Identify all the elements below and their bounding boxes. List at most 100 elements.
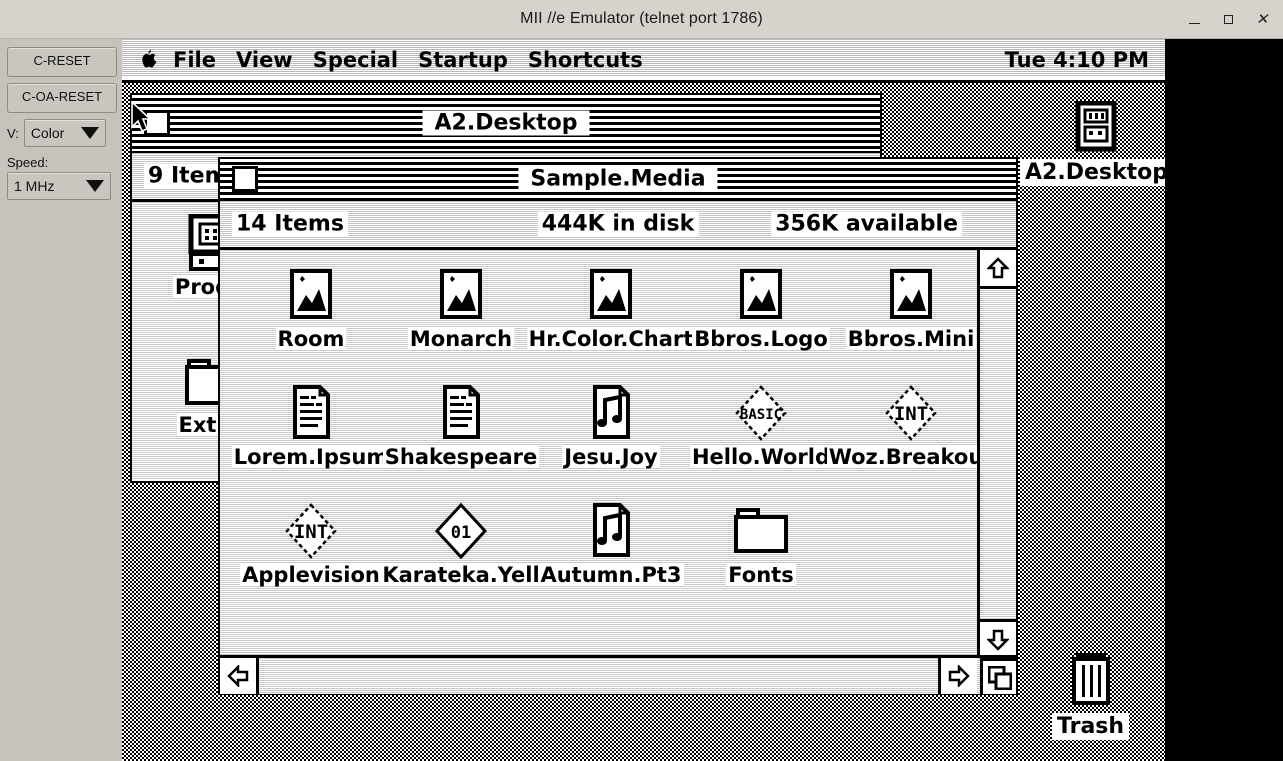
music-document-icon xyxy=(587,382,635,444)
resize-icon xyxy=(987,665,1012,690)
menu-item-startup[interactable]: Startup xyxy=(408,48,518,72)
disk-available-sample-media: 356K available xyxy=(771,211,962,237)
scrollbar-track[interactable] xyxy=(220,658,1016,694)
info-bar-sample-media: 14 Items 444K in disk 356K available xyxy=(220,201,1016,250)
apple-logo-icon[interactable] xyxy=(140,49,157,70)
item-count-sample-media: 14 Items xyxy=(232,211,348,237)
desktop-icon-trash[interactable]: Trash xyxy=(1052,651,1130,740)
file-icon-applevision[interactable]: INT Applevision xyxy=(236,500,386,618)
video-mode-row: V: Color xyxy=(7,119,115,147)
file-icon-woz-breakout[interactable]: INT Woz.Breakout xyxy=(826,382,996,500)
content-sample-media: Room Monarch Hr.Color.Chart Bbros.Logo B… xyxy=(220,250,1016,694)
scroll-right-button[interactable] xyxy=(938,658,977,694)
close-button[interactable]: ✕ xyxy=(1245,6,1279,34)
grow-resize-box[interactable] xyxy=(980,658,1016,694)
icon-label: Monarch xyxy=(407,327,515,351)
icon-label: Room xyxy=(275,327,347,351)
folder-icon xyxy=(728,500,794,562)
file-icon-room[interactable]: Room xyxy=(236,264,386,382)
integer-basic-icon: INT xyxy=(281,500,341,562)
window-controls: ✕ xyxy=(1177,0,1279,39)
arrow-right-icon xyxy=(948,665,970,687)
minimize-button[interactable] xyxy=(1177,6,1211,34)
speed-select[interactable]: 1 MHz xyxy=(7,172,111,200)
menu-item-shortcuts[interactable]: Shortcuts xyxy=(518,48,653,72)
file-icon-hello-world[interactable]: BASIC Hello.World xyxy=(686,382,836,500)
video-mode-value: Color xyxy=(30,125,65,141)
binary-file-icon: 01 xyxy=(431,500,491,562)
file-icon-karateka-yell[interactable]: 01 Karateka.Yell xyxy=(380,500,542,618)
window-title-bar: MII //e Emulator (telnet port 1786) ✕ xyxy=(0,0,1283,39)
vertical-scrollbar[interactable] xyxy=(977,250,1016,658)
video-mode-label: V: xyxy=(7,125,19,141)
file-icon-bbros-mini[interactable]: Bbros.Mini xyxy=(836,264,986,382)
menu-item-file[interactable]: File xyxy=(163,48,226,72)
maximize-button[interactable] xyxy=(1211,6,1245,34)
file-icon-autumn-pt3[interactable]: Autumn.Pt3 xyxy=(536,500,686,618)
trash-icon xyxy=(1069,651,1113,711)
icon-label: Fonts xyxy=(726,563,796,587)
chevron-down-icon xyxy=(86,180,104,192)
scroll-up-button[interactable] xyxy=(980,250,1016,289)
basic-badge-text: BASIC xyxy=(740,407,782,423)
menu-bar-clock: Tue 4:10 PM xyxy=(1004,47,1149,72)
horizontal-scrollbar[interactable] xyxy=(220,655,1016,694)
scroll-left-button[interactable] xyxy=(220,658,259,694)
c-reset-button[interactable]: C-RESET xyxy=(7,47,117,77)
file-icon-jesu-joy[interactable]: Jesu.Joy xyxy=(536,382,686,500)
text-document-icon xyxy=(287,382,335,444)
binary-badge-text: 01 xyxy=(451,523,471,543)
icon-label: Jesu.Joy xyxy=(562,445,660,469)
menu-item-view[interactable]: View xyxy=(226,48,303,72)
icon-label: Bbros.Logo xyxy=(692,327,830,351)
control-sidebar: C-RESET C-OA-RESET V: Color Speed: 1 MHz xyxy=(0,39,122,761)
chevron-down-icon xyxy=(80,127,99,139)
mouse-cursor xyxy=(130,100,153,139)
icon-label: A2.Desktop xyxy=(1020,159,1165,186)
arrow-left-icon xyxy=(227,665,249,687)
c-oa-reset-button[interactable]: C-OA-RESET xyxy=(7,83,117,113)
window-title: MII //e Emulator (telnet port 1786) xyxy=(520,10,763,27)
window-title-a2-desktop: A2.Desktop xyxy=(422,110,590,136)
icon-grid-sample-media: Room Monarch Hr.Color.Chart Bbros.Logo B… xyxy=(220,250,1016,618)
close-box-sample-media[interactable] xyxy=(232,166,258,192)
scroll-down-button[interactable] xyxy=(980,619,1016,658)
icon-label: Bbros.Mini xyxy=(845,327,977,351)
icon-label: Trash xyxy=(1052,713,1130,740)
window-sample-media[interactable]: Sample.Media 14 Items 444K in disk 356K … xyxy=(218,157,1018,695)
emulator-screen[interactable]: File View Special Startup Shortcuts Tue … xyxy=(122,39,1165,761)
icon-label: Woz.Breakout xyxy=(826,445,996,469)
integer-basic-icon: INT xyxy=(881,382,941,444)
picture-icon xyxy=(586,264,636,326)
disk-usage-sample-media: 444K in disk xyxy=(537,211,699,237)
icon-label: Karateka.Yell xyxy=(380,563,542,587)
menu-item-special[interactable]: Special xyxy=(303,48,408,72)
music-document-icon xyxy=(587,500,635,562)
emulator-app-window: MII //e Emulator (telnet port 1786) ✕ C-… xyxy=(0,0,1283,761)
picture-icon xyxy=(736,264,786,326)
icon-label: Lorem.Ipsum xyxy=(231,445,391,469)
desktop-icon-a2-desktop-volume[interactable]: A2.Desktop xyxy=(1020,100,1165,186)
video-mode-select[interactable]: Color xyxy=(23,119,106,147)
file-icon-hr-color-chart[interactable]: Hr.Color.Chart xyxy=(526,264,696,382)
basic-program-icon: BASIC xyxy=(731,382,791,444)
file-icon-monarch[interactable]: Monarch xyxy=(386,264,536,382)
icon-label: Hr.Color.Chart xyxy=(526,327,696,351)
arrow-down-icon xyxy=(987,629,1009,651)
file-icon-shakespeare[interactable]: Shakespeare xyxy=(382,382,540,500)
icon-label: Shakespeare xyxy=(382,445,540,469)
disk-icon xyxy=(1073,100,1119,157)
title-bar-sample-media[interactable]: Sample.Media xyxy=(220,159,1016,201)
picture-icon xyxy=(286,264,336,326)
file-icon-fonts[interactable]: Fonts xyxy=(686,500,836,618)
file-icon-bbros-logo[interactable]: Bbros.Logo xyxy=(686,264,836,382)
menu-bar: File View Special Startup Shortcuts Tue … xyxy=(122,39,1165,83)
icon-label: Applevision xyxy=(240,563,382,587)
window-title-sample-media: Sample.Media xyxy=(518,166,718,192)
title-bar-a2-desktop[interactable]: A2.Desktop xyxy=(132,95,880,153)
int-badge-text: INT xyxy=(294,521,328,543)
arrow-up-icon xyxy=(987,257,1009,279)
scrollbar-track[interactable] xyxy=(980,250,1016,658)
file-icon-lorem-ipsum[interactable]: Lorem.Ipsum xyxy=(231,382,391,500)
icon-label: Autumn.Pt3 xyxy=(538,563,684,587)
